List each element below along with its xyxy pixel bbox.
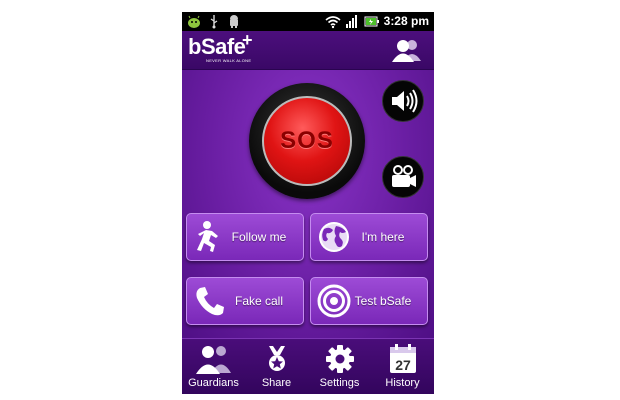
fake-call-label: Fake call: [234, 294, 284, 308]
nav-settings-label: Settings: [319, 377, 360, 389]
android-debug-icon: [186, 14, 202, 29]
guardians-icon: [195, 346, 231, 374]
test-bsafe-label: Test bSafe: [354, 294, 412, 308]
nav-history[interactable]: 27 History: [371, 339, 434, 394]
status-time: 3:28 pm: [383, 14, 429, 28]
sound-button[interactable]: [382, 80, 424, 122]
im-here-label: I'm here: [361, 230, 405, 244]
nav-share-label: Share: [261, 377, 292, 389]
nav-settings[interactable]: Settings: [308, 339, 371, 394]
logo-tagline: NEVER WALK ALONE: [206, 58, 252, 63]
signal-icon: [345, 14, 358, 29]
wifi-icon: [325, 14, 341, 29]
im-here-button[interactable]: I'm here: [310, 213, 428, 261]
logo-text: bSafe: [188, 34, 246, 59]
usb-icon: [209, 14, 219, 29]
logo-plus: +: [242, 30, 253, 50]
main-panel: SOS Follow me I'm here Fake call Test bS…: [182, 70, 434, 338]
status-bar: 3:28 pm: [182, 12, 434, 31]
profile-icon: [392, 40, 421, 62]
nav-share[interactable]: Share: [245, 339, 308, 394]
calendar-icon: 27: [389, 344, 416, 373]
share-icon: [268, 346, 285, 371]
calendar-day: 27: [395, 357, 411, 373]
video-camera-icon: [392, 165, 416, 187]
follow-me-label: Follow me: [231, 230, 287, 244]
sos-button[interactable]: SOS: [262, 96, 352, 186]
sos-ring: SOS: [249, 83, 365, 199]
nav-guardians[interactable]: Guardians: [182, 339, 245, 394]
app-logo: bSafe + NEVER WALK ALONE: [188, 30, 258, 66]
profile-button[interactable]: [390, 37, 424, 63]
bottom-nav: Guardians Share Settings 27 History: [182, 338, 434, 394]
speaker-icon: [392, 89, 418, 113]
app-header: bSafe + NEVER WALK ALONE: [182, 30, 434, 70]
follow-me-button[interactable]: Follow me: [186, 213, 304, 261]
android-icon: [228, 14, 240, 29]
sos-label: SOS: [280, 127, 334, 154]
gear-icon: [325, 345, 354, 373]
video-button[interactable]: [382, 156, 424, 198]
battery-icon: [364, 14, 380, 29]
nav-guardians-label: Guardians: [188, 377, 239, 389]
nav-history-label: History: [385, 377, 420, 389]
phone-screen: 3:28 pm bSafe + NEVER WALK ALONE SOS Fol…: [182, 12, 434, 394]
fake-call-button[interactable]: Fake call: [186, 277, 304, 325]
test-bsafe-button[interactable]: Test bSafe: [310, 277, 428, 325]
